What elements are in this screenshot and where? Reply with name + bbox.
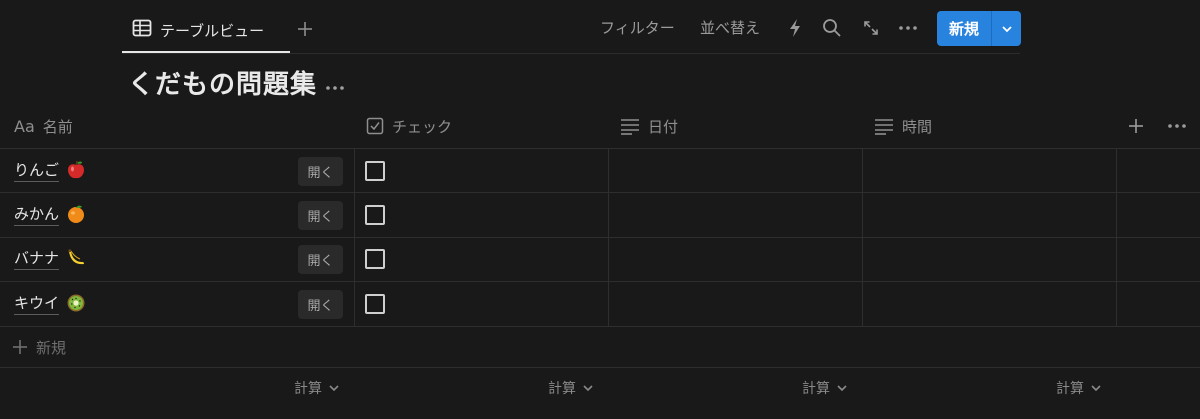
sort-button[interactable]: 並べ替え <box>700 16 760 40</box>
tab-table-view-label: テーブルビュー <box>160 21 265 40</box>
open-row-button[interactable]: 開く <box>298 245 343 274</box>
row-title[interactable]: りんご <box>14 159 60 182</box>
column-header-label: 名前 <box>42 117 73 136</box>
calculate-button[interactable]: 計算 <box>802 376 848 400</box>
add-view-button[interactable] <box>294 14 316 44</box>
filter-button[interactable]: フィルター <box>600 16 675 40</box>
row-title[interactable]: キウイ <box>14 292 60 315</box>
open-row-button[interactable]: 開く <box>298 157 343 186</box>
column-header-check[interactable]: チェック <box>366 104 452 148</box>
table-row[interactable]: キウイ 開く <box>0 282 1200 326</box>
lightning-icon <box>790 19 800 37</box>
new-button-group: 新規 <box>937 11 1021 46</box>
toolbar-divider <box>122 53 1020 54</box>
calculate-label: 計算 <box>1056 381 1084 397</box>
text-lines-icon <box>621 119 639 135</box>
table-icon <box>132 19 152 41</box>
chevron-down-icon <box>329 385 339 392</box>
more-horizontal-icon <box>1168 124 1186 128</box>
open-row-button[interactable]: 開く <box>298 201 343 230</box>
column-header-label: 時間 <box>902 117 933 136</box>
chevron-down-icon <box>583 385 593 392</box>
column-header-label: チェック <box>392 117 453 136</box>
calculate-button[interactable]: 計算 <box>294 376 340 400</box>
row-title[interactable]: みかん <box>14 203 60 226</box>
new-button[interactable]: 新規 <box>937 11 991 46</box>
column-header-time[interactable]: 時間 <box>874 104 932 148</box>
row-checkbox[interactable] <box>365 294 385 314</box>
table-row[interactable]: りんご 開く <box>0 149 1200 193</box>
more-options-button[interactable] <box>896 16 920 40</box>
row-checkbox[interactable] <box>365 249 385 269</box>
plus-icon <box>1129 119 1143 133</box>
search-button[interactable] <box>820 16 844 40</box>
column-header-date[interactable]: 日付 <box>620 104 678 148</box>
row-title[interactable]: バナナ <box>14 247 60 270</box>
add-row-label: 新規 <box>36 338 67 357</box>
calculate-button[interactable]: 計算 <box>1056 376 1102 400</box>
column-header-label: 日付 <box>648 117 679 136</box>
expand-button[interactable] <box>859 16 883 40</box>
table-header: Aa 名前 チェック 日付 時間 <box>0 104 1200 148</box>
database-page: テーブルビュー フィルター 並べ替え 新規 くだもの問題集 Aa 名前 チェック… <box>0 0 1200 419</box>
new-options-button[interactable] <box>992 11 1021 46</box>
text-type-icon: Aa <box>14 116 35 136</box>
chevron-down-icon <box>837 385 847 392</box>
more-horizontal-icon <box>326 86 344 90</box>
page-title[interactable]: くだもの問題集 <box>128 66 317 104</box>
add-row-button[interactable]: 新規 <box>12 334 66 360</box>
calculate-label: 計算 <box>802 381 830 397</box>
view-toolbar: テーブルビュー フィルター 並べ替え 新規 <box>0 0 1200 54</box>
row-checkbox[interactable] <box>365 161 385 181</box>
tab-table-view[interactable]: テーブルビュー <box>122 8 274 52</box>
expand-icon <box>864 21 878 35</box>
apple-icon <box>68 160 84 179</box>
row-checkbox[interactable] <box>365 205 385 225</box>
calculate-button[interactable]: 計算 <box>548 376 594 400</box>
more-horizontal-icon <box>899 26 917 30</box>
table-row[interactable]: バナナ 開く <box>0 237 1200 281</box>
automation-button[interactable] <box>783 16 807 40</box>
checkbox-icon <box>366 117 384 135</box>
open-row-button[interactable]: 開く <box>298 290 343 319</box>
tangerine-icon <box>68 205 84 223</box>
chevron-down-icon <box>1091 385 1101 392</box>
row-divider <box>0 326 1200 327</box>
column-more-button[interactable] <box>1167 104 1187 148</box>
search-icon <box>823 19 841 37</box>
title-more-button[interactable] <box>322 74 348 98</box>
plus-icon <box>298 22 312 36</box>
plus-icon <box>13 340 27 354</box>
calculate-label: 計算 <box>294 381 322 397</box>
chevron-down-icon <box>1001 25 1012 32</box>
row-divider <box>0 367 1200 368</box>
banana-icon <box>68 249 84 265</box>
text-lines-icon <box>875 119 893 135</box>
column-header-name[interactable]: Aa 名前 <box>14 104 73 148</box>
calculate-label: 計算 <box>548 381 576 397</box>
add-property-button[interactable] <box>1128 104 1144 148</box>
kiwi-icon <box>67 294 85 312</box>
table-row[interactable]: みかん 開く <box>0 193 1200 237</box>
